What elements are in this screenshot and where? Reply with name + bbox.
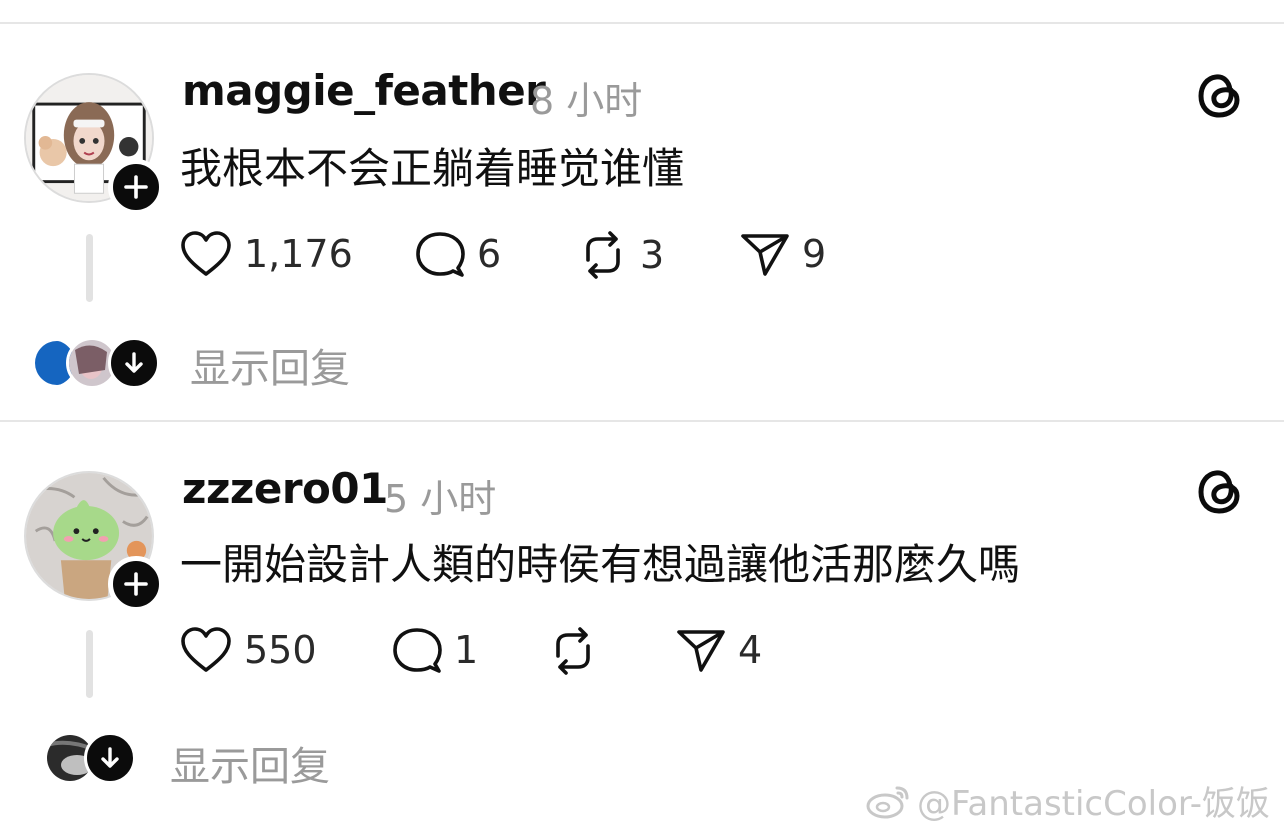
share-count: 9 [802,232,827,276]
heart-icon [181,231,231,276]
comment-count: 6 [477,232,502,276]
repost-icon [586,231,620,279]
comment-button[interactable]: 6 [415,230,501,278]
comment-bubble-icon [393,628,442,673]
repost-button[interactable]: 3 [578,230,664,280]
repost-count: 3 [640,233,665,277]
thread-line [86,234,93,302]
expand-replies-button[interactable] [108,337,160,389]
watermark: @FantasticColor-饭饭 [865,776,1270,825]
follow-button[interactable] [108,159,164,215]
arrow-down-icon [101,747,119,768]
thread-line [86,630,93,698]
reply-avatars[interactable] [44,732,136,784]
send-icon [741,234,789,276]
post-text: 我根本不会正躺着睡觉谁懂 [180,144,685,193]
like-button[interactable]: 1,176 [180,230,353,278]
follow-button[interactable] [108,556,164,612]
thread-post: zzzero01 5 小时 一開始設計人類的時侯有想過讓他活那麼久嗎 550 1… [0,398,1284,798]
send-icon [677,630,725,672]
like-count: 550 [244,628,317,672]
plus-icon [124,175,148,199]
share-button[interactable]: 4 [676,626,762,674]
like-count: 1,176 [244,232,353,276]
plus-icon [124,572,148,596]
post-text: 一開始設計人類的時侯有想過讓他活那麼久嗎 [180,540,1021,589]
thread-post: maggie_feather 8 小时 我根本不会正躺着睡觉谁懂 1,176 6… [0,0,1284,400]
like-button[interactable]: 550 [180,626,317,674]
comment-count: 1 [454,628,479,672]
post-time: 8 小时 [530,79,643,123]
expand-replies-button[interactable] [84,732,136,784]
post-time: 5 小时 [384,477,497,521]
share-count: 4 [738,628,763,672]
repost-button[interactable] [548,626,610,676]
comment-button[interactable]: 1 [392,626,478,674]
heart-icon [181,627,231,672]
reply-avatars[interactable] [26,337,160,389]
watermark-text: @FantasticColor-饭饭 [916,784,1270,824]
share-button[interactable]: 9 [740,230,826,278]
threads-logo-icon[interactable] [1196,70,1246,120]
repost-icon [556,627,590,675]
show-replies-link[interactable]: 显示回复 [170,734,330,792]
weibo-icon [866,786,909,818]
comment-bubble-icon [416,232,465,277]
threads-logo-icon[interactable] [1196,466,1246,516]
username[interactable]: zzzero01 [182,464,388,513]
show-replies-link[interactable]: 显示回复 [190,336,350,394]
arrow-down-icon [125,352,143,373]
username[interactable]: maggie_feather [182,66,546,115]
